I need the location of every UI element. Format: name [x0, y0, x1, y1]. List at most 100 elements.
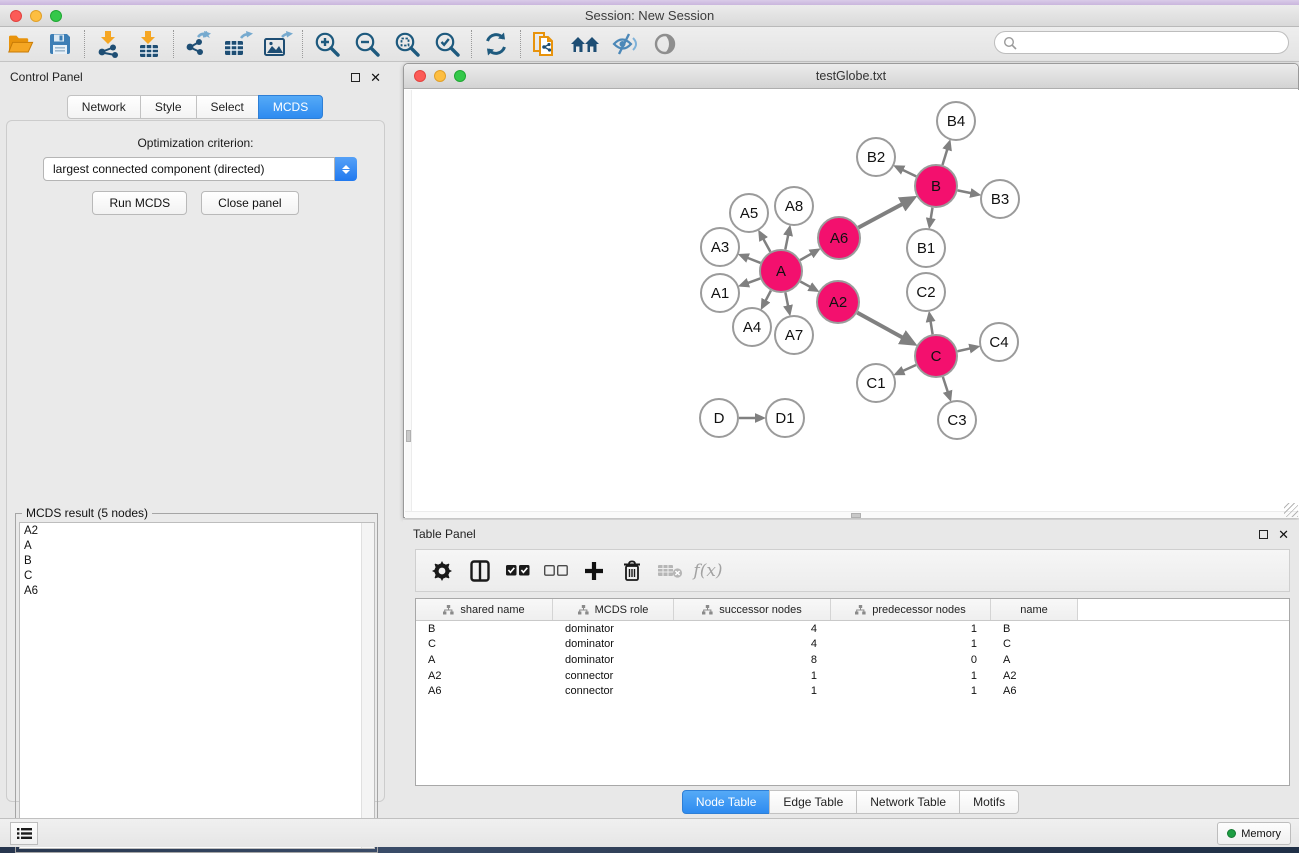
- edge-A-A5[interactable]: [763, 238, 770, 251]
- edge-C-C2[interactable]: [930, 321, 932, 335]
- show-task-history-button[interactable]: [10, 822, 38, 845]
- select-all-button[interactable]: [502, 555, 534, 587]
- close-panel-button[interactable]: Close panel: [201, 191, 298, 215]
- column-header-MCDS-role[interactable]: MCDS role: [553, 599, 674, 620]
- column-header-name[interactable]: name: [991, 599, 1078, 620]
- table-cell[interactable]: dominator: [553, 638, 674, 650]
- resize-grip-icon[interactable]: [1284, 503, 1298, 517]
- edge-A-A7[interactable]: [785, 293, 788, 307]
- table-cell[interactable]: A2: [991, 670, 1078, 682]
- table-cell[interactable]: A6: [416, 685, 553, 697]
- column-header-shared-name[interactable]: shared name: [416, 599, 553, 620]
- edge-A-A2[interactable]: [800, 282, 810, 288]
- table-cell[interactable]: C: [416, 638, 553, 650]
- show-graphics-details-button[interactable]: [645, 29, 685, 59]
- first-neighbors-button[interactable]: [565, 29, 605, 59]
- delete-column-button[interactable]: [616, 555, 648, 587]
- table-cell[interactable]: A: [416, 654, 553, 666]
- tab-motifs[interactable]: Motifs: [959, 790, 1019, 814]
- edge-C-C4[interactable]: [957, 348, 970, 351]
- mcds-result-item[interactable]: C: [20, 568, 374, 583]
- import-table-button[interactable]: [129, 29, 169, 59]
- deselect-all-button[interactable]: [540, 555, 572, 587]
- table-cell[interactable]: 4: [674, 623, 831, 635]
- hide-selected-button[interactable]: [605, 29, 645, 59]
- zoom-out-button[interactable]: [347, 29, 387, 59]
- create-column-button[interactable]: [578, 555, 610, 587]
- export-image-button[interactable]: [258, 29, 298, 59]
- table-cell[interactable]: 1: [831, 670, 991, 682]
- open-file-button[interactable]: [0, 29, 40, 59]
- table-row[interactable]: Adominator80A: [416, 652, 1289, 668]
- table-cell[interactable]: A6: [991, 685, 1078, 697]
- table-cell[interactable]: 4: [674, 638, 831, 650]
- edge-C-C1[interactable]: [902, 365, 915, 371]
- memory-button[interactable]: Memory: [1217, 822, 1291, 845]
- table-cell[interactable]: B: [991, 623, 1078, 635]
- edge-A-A3[interactable]: [747, 258, 761, 263]
- apply-layout-button[interactable]: [476, 29, 516, 59]
- edge-A-A1[interactable]: [747, 278, 760, 283]
- table-cell[interactable]: connector: [553, 670, 674, 682]
- edge-B-B3[interactable]: [958, 190, 972, 193]
- table-cell[interactable]: B: [416, 623, 553, 635]
- tab-network-table[interactable]: Network Table: [856, 790, 960, 814]
- zoom-selected-button[interactable]: [427, 29, 467, 59]
- edge-A2-C[interactable]: [857, 313, 903, 339]
- table-row[interactable]: A2connector11A2: [416, 668, 1289, 684]
- mcds-result-item[interactable]: A6: [20, 583, 374, 598]
- float-panel-icon[interactable]: [351, 73, 360, 82]
- network-canvas[interactable]: AA1A3A5A8A4A7A6A2BB1B2B3B4CC1C2C3C4DD1: [405, 90, 1299, 518]
- edge-A-A8[interactable]: [785, 234, 788, 249]
- export-network-button[interactable]: [178, 29, 218, 59]
- network-horizontal-scrollbar[interactable]: [405, 511, 1299, 518]
- table-cell[interactable]: dominator: [553, 623, 674, 635]
- table-cell[interactable]: 1: [831, 638, 991, 650]
- import-network-button[interactable]: [89, 29, 129, 59]
- tab-mcds[interactable]: MCDS: [258, 95, 323, 119]
- tab-network[interactable]: Network: [67, 95, 141, 119]
- table-cell[interactable]: 1: [831, 623, 991, 635]
- mcds-result-item[interactable]: A2: [20, 523, 374, 538]
- save-session-button[interactable]: [40, 29, 80, 59]
- table-cell[interactable]: 8: [674, 654, 831, 666]
- table-cell[interactable]: 1: [831, 685, 991, 697]
- column-header-predecessor-nodes[interactable]: predecessor nodes: [831, 599, 991, 620]
- edge-A-A6[interactable]: [800, 253, 812, 260]
- table-cell[interactable]: dominator: [553, 654, 674, 666]
- node-table[interactable]: shared nameMCDS rolesuccessor nodesprede…: [415, 598, 1290, 786]
- table-cell[interactable]: 1: [674, 670, 831, 682]
- edge-B-B2[interactable]: [902, 170, 916, 177]
- network-vertical-scrollbar[interactable]: [405, 90, 412, 518]
- export-table-button[interactable]: [218, 29, 258, 59]
- search-input[interactable]: [994, 31, 1289, 54]
- edge-A6-B[interactable]: [858, 203, 903, 227]
- table-cell[interactable]: 0: [831, 654, 991, 666]
- table-cell[interactable]: 1: [674, 685, 831, 697]
- tab-edge-table[interactable]: Edge Table: [769, 790, 857, 814]
- edge-B-B1[interactable]: [931, 208, 933, 220]
- table-settings-button[interactable]: [426, 555, 458, 587]
- mcds-list-scrollbar[interactable]: [361, 523, 374, 848]
- close-panel-icon[interactable]: ✕: [370, 71, 381, 84]
- mcds-result-item[interactable]: B: [20, 553, 374, 568]
- scrollbar-thumb[interactable]: [851, 513, 861, 518]
- tab-style[interactable]: Style: [140, 95, 197, 119]
- edge-B-B4[interactable]: [942, 149, 947, 165]
- table-row[interactable]: A6connector11A6: [416, 683, 1289, 699]
- show-columns-button[interactable]: [464, 555, 496, 587]
- table-cell[interactable]: A: [991, 654, 1078, 666]
- table-row[interactable]: Cdominator41C: [416, 637, 1289, 653]
- run-mcds-button[interactable]: Run MCDS: [92, 191, 187, 215]
- mcds-result-list[interactable]: A2ABCA6: [19, 522, 375, 849]
- zoom-in-button[interactable]: [307, 29, 347, 59]
- network-window-titlebar[interactable]: testGlobe.txt: [404, 64, 1298, 89]
- table-cell[interactable]: C: [991, 638, 1078, 650]
- zoom-fit-button[interactable]: [387, 29, 427, 59]
- close-panel-icon[interactable]: ✕: [1278, 528, 1289, 541]
- column-header-successor-nodes[interactable]: successor nodes: [674, 599, 831, 620]
- float-panel-icon[interactable]: [1259, 530, 1268, 539]
- tab-select[interactable]: Select: [196, 95, 259, 119]
- table-row[interactable]: Bdominator41B: [416, 621, 1289, 637]
- clone-network-button[interactable]: [525, 29, 565, 59]
